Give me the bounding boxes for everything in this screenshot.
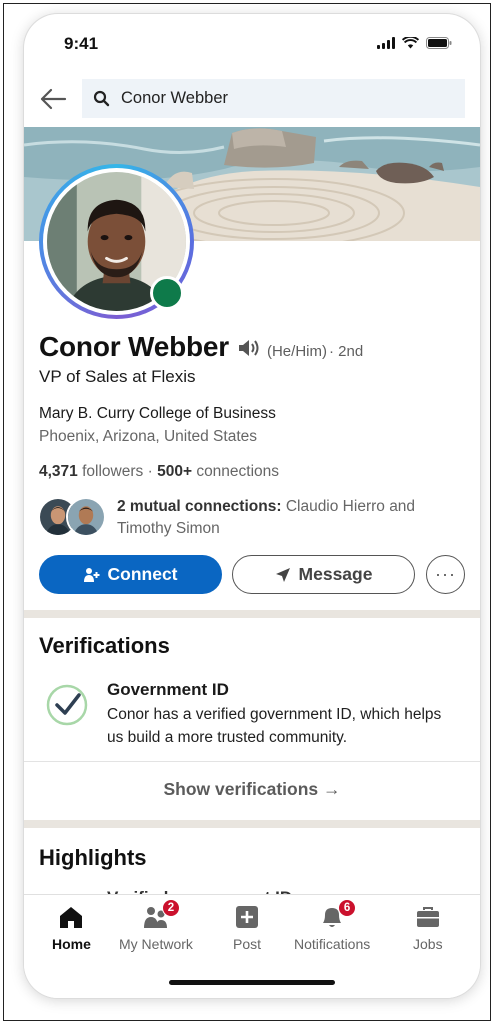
mutual-connections-text[interactable]: 2 mutual connections: Claudio Hierro and…: [117, 496, 462, 540]
connect-button[interactable]: Connect: [39, 555, 222, 594]
home-indicator[interactable]: [169, 980, 335, 985]
highlights-title: Highlights: [39, 845, 147, 870]
followers-label[interactable]: followers: [82, 463, 143, 480]
nav-my-network[interactable]: 2 My Network: [119, 899, 193, 952]
nav-home[interactable]: Home: [52, 903, 91, 952]
profile-stats: 4,371 followers · 500+ connections: [39, 463, 279, 481]
network-badge: 2: [161, 899, 180, 917]
more-options-button[interactable]: ···: [426, 555, 465, 594]
connection-degree: · 2nd: [328, 343, 364, 360]
nav-post[interactable]: Post: [233, 903, 261, 952]
connect-label: Connect: [107, 564, 178, 584]
horizontal-rule: [24, 761, 480, 762]
nav-post-label: Post: [233, 936, 262, 952]
verifications-title: Verifications: [39, 633, 170, 658]
search-icon: [93, 90, 110, 107]
mutual-count: 2 mutual connections:: [117, 498, 282, 515]
add-person-icon: [83, 567, 99, 582]
followers-count[interactable]: 4,371: [39, 463, 78, 480]
verified-check-icon: [46, 684, 88, 726]
back-arrow-icon[interactable]: [38, 84, 68, 114]
status-icons: [377, 37, 452, 49]
wifi-icon: [402, 37, 419, 49]
profile-headline: VP of Sales at Flexis: [39, 367, 196, 386]
message-button[interactable]: Message: [232, 555, 415, 594]
status-bar: 9:41: [24, 14, 480, 76]
profile-location: Phoenix, Arizona, United States: [39, 428, 257, 445]
profile-pronouns: (He/Him): [266, 343, 327, 360]
show-verifications-link[interactable]: Show verifications →: [24, 779, 480, 800]
profile-name: Conor Webber: [39, 331, 229, 362]
nav-home-label: Home: [52, 936, 91, 952]
nav-my-network-label: My Network: [119, 936, 193, 952]
nav-notifications-label: Notifications: [294, 936, 371, 952]
nav-notifications[interactable]: 6 Notifications: [294, 899, 371, 952]
more-options-icon: ···: [435, 564, 456, 584]
name-pronunciation-speaker-icon[interactable]: [237, 338, 261, 358]
search-input[interactable]: Conor Webber: [82, 79, 465, 118]
section-divider: [24, 820, 480, 828]
battery-icon: [426, 37, 452, 49]
notifications-badge: 6: [338, 899, 357, 917]
cellular-signal-icon: [377, 37, 395, 49]
stats-separator: ·: [147, 463, 153, 480]
nav-jobs[interactable]: Jobs: [413, 903, 443, 952]
profile-school[interactable]: Mary B. Curry College of Business: [39, 405, 276, 423]
message-label: Message: [298, 564, 373, 584]
send-icon: [275, 567, 290, 582]
briefcase-icon: [416, 907, 439, 927]
status-time: 9:41: [64, 34, 99, 53]
nav-jobs-label: Jobs: [413, 936, 443, 952]
profile-name-row: Conor Webber (He/Him) · 2nd: [39, 331, 363, 363]
section-divider: [24, 610, 480, 618]
phone-screen: 9:41 Conor Webber Conor Webber (He/Him) …: [24, 14, 480, 998]
verification-item-description: Conor has a verified government ID, whic…: [107, 706, 442, 746]
home-icon: [60, 907, 83, 928]
post-icon: [236, 906, 258, 928]
verification-item-title: Government ID: [107, 680, 229, 699]
connections-count[interactable]: 500+: [157, 463, 192, 480]
connections-label[interactable]: connections: [196, 463, 279, 480]
mutual-connection-avatars[interactable]: [38, 497, 110, 539]
online-status-indicator: [150, 276, 184, 310]
search-query: Conor Webber: [121, 89, 229, 107]
mutual-avatar: [66, 497, 106, 537]
